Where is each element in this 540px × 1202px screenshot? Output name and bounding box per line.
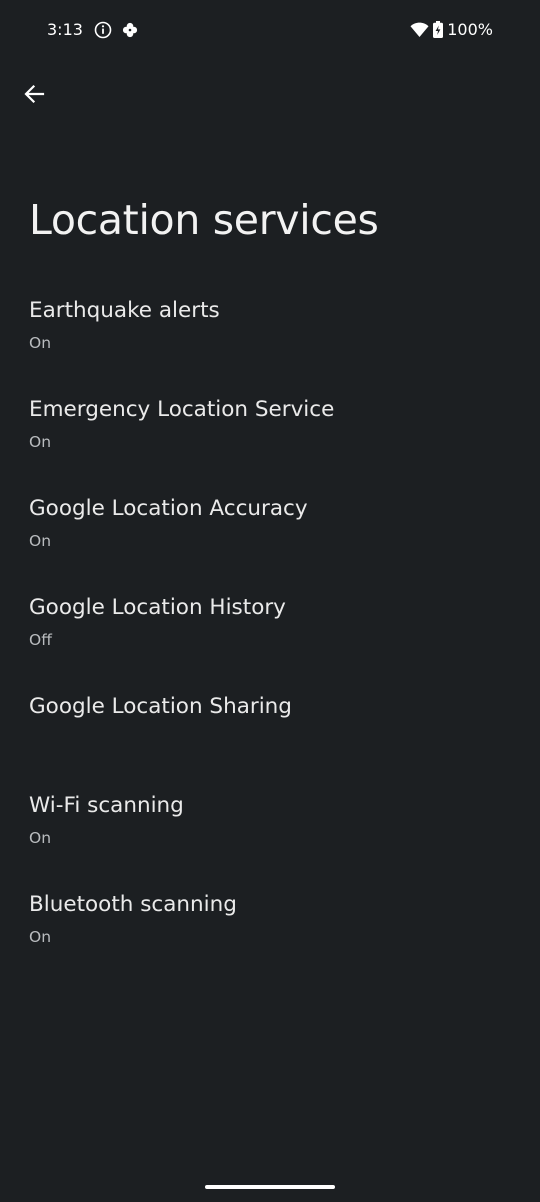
setting-emergency-location-service[interactable]: Emergency Location Service On bbox=[0, 379, 540, 478]
status-time: 3:13 bbox=[47, 20, 83, 39]
battery-charging-icon bbox=[433, 21, 444, 38]
info-icon bbox=[94, 21, 112, 39]
battery-percentage: 100% bbox=[447, 20, 493, 39]
pinwheel-icon bbox=[121, 21, 139, 39]
setting-title: Earthquake alerts bbox=[29, 298, 220, 323]
setting-title: Google Location History bbox=[29, 595, 286, 620]
setting-title: Google Location Accuracy bbox=[29, 496, 308, 521]
setting-summary: Off bbox=[29, 631, 52, 649]
setting-summary: On bbox=[29, 433, 52, 451]
setting-google-location-sharing[interactable]: Google Location Sharing bbox=[0, 676, 540, 775]
setting-google-location-history[interactable]: Google Location History Off bbox=[0, 577, 540, 676]
setting-title: Bluetooth scanning bbox=[29, 892, 237, 917]
wifi-icon bbox=[410, 22, 429, 38]
setting-summary: On bbox=[29, 532, 52, 550]
setting-summary: On bbox=[29, 829, 52, 847]
setting-bluetooth-scanning[interactable]: Bluetooth scanning On bbox=[0, 874, 540, 973]
setting-summary: On bbox=[29, 334, 52, 352]
status-indicators: 100% bbox=[410, 20, 493, 39]
arrow-back-icon bbox=[23, 83, 45, 105]
back-button[interactable] bbox=[16, 76, 52, 112]
settings-list: Earthquake alerts On Emergency Location … bbox=[0, 280, 540, 973]
page-title: Location services bbox=[29, 196, 379, 244]
setting-google-location-accuracy[interactable]: Google Location Accuracy On bbox=[0, 478, 540, 577]
setting-wifi-scanning[interactable]: Wi-Fi scanning On bbox=[0, 775, 540, 874]
setting-title: Emergency Location Service bbox=[29, 397, 335, 422]
setting-title: Wi-Fi scanning bbox=[29, 793, 184, 818]
setting-summary: On bbox=[29, 928, 52, 946]
setting-title: Google Location Sharing bbox=[29, 694, 292, 719]
home-indicator[interactable] bbox=[205, 1185, 335, 1189]
setting-earthquake-alerts[interactable]: Earthquake alerts On bbox=[0, 280, 540, 379]
status-bar: 3:13 100% bbox=[0, 0, 540, 62]
